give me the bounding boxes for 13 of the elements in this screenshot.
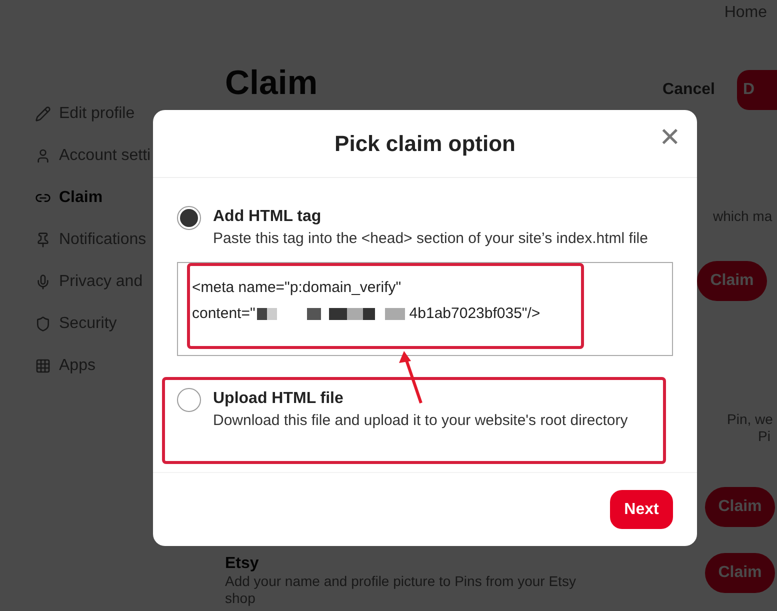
- option-description: Download this file and upload it to your website's root directory: [213, 411, 628, 431]
- tag-code-field[interactable]: <meta name="p:domain_verify" content=" 4b1ab7023bf035"/>: [177, 262, 673, 356]
- option-title: Upload HTML file: [213, 389, 344, 409]
- annotation-arrow: [397, 349, 425, 405]
- next-button[interactable]: Next: [610, 490, 673, 529]
- page-title: Claim: [225, 62, 319, 104]
- etsy-title: Etsy: [225, 555, 260, 573]
- option-title: Add HTML tag: [213, 207, 322, 227]
- dialog-title: Pick claim option: [334, 130, 516, 158]
- close-button[interactable]: ✕: [659, 124, 681, 150]
- radio-button[interactable]: [177, 388, 201, 412]
- option-description: Paste this tag into the <head> section of your site’s index.html file: [213, 229, 648, 249]
- radio-button[interactable]: [177, 206, 201, 230]
